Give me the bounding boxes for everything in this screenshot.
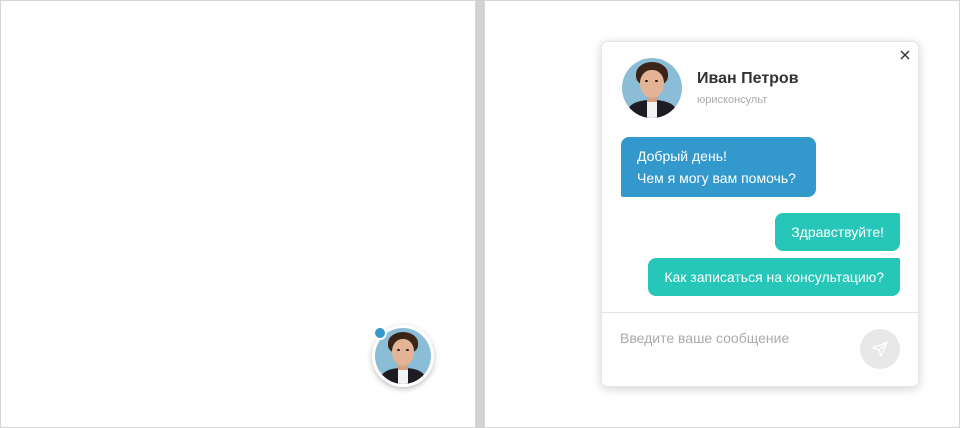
preview-stage: Иван Петров юрисконсульт Добрый день! Че…	[0, 0, 960, 428]
close-button[interactable]	[898, 48, 912, 62]
outgoing-message: Здравствуйте!	[775, 213, 900, 251]
agent-avatar	[622, 58, 682, 118]
message-line: Добрый день!	[637, 148, 727, 164]
message-input[interactable]	[620, 330, 850, 346]
close-icon	[900, 50, 910, 60]
agent-role: юрисконсульт	[697, 94, 768, 106]
chat-window: Иван Петров юрисконсульт Добрый день! Че…	[601, 41, 919, 387]
input-separator	[602, 312, 918, 313]
panel-divider	[476, 0, 484, 428]
outgoing-message: Как записаться на консультацию?	[648, 258, 900, 296]
send-button[interactable]	[860, 329, 900, 369]
message-line: Чем я могу вам помочь?	[637, 170, 796, 186]
online-status-dot	[373, 326, 387, 340]
incoming-message: Добрый день! Чем я могу вам помочь?	[621, 137, 816, 197]
agent-name: Иван Петров	[697, 70, 799, 87]
send-icon	[872, 341, 888, 357]
